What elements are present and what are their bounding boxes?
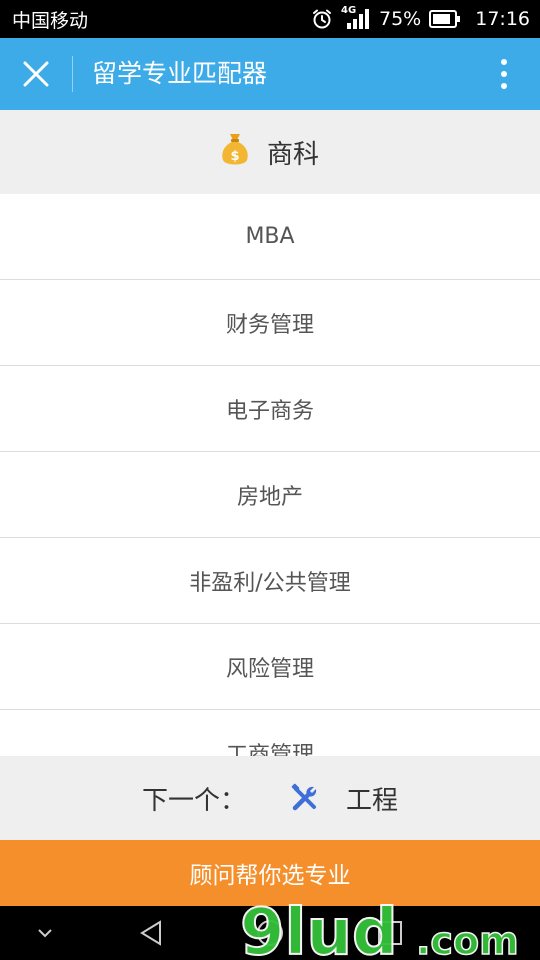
app-bar-divider	[72, 56, 73, 92]
carrier-name: 中国移动	[12, 9, 89, 32]
nav-back-button[interactable]	[116, 906, 186, 960]
category-title: 商科	[266, 139, 319, 170]
category-header: $ 商科	[0, 110, 540, 194]
signal-icon: 4G	[341, 5, 371, 31]
nav-collapse-button[interactable]	[10, 906, 80, 960]
battery-percent: 75%	[379, 8, 422, 30]
status-icons: 4G 75% 17:16	[311, 5, 530, 31]
next-category-name: 工程	[346, 785, 399, 816]
app-bar: 留学专业匹配器	[0, 38, 540, 110]
svg-text:$: $	[230, 149, 239, 164]
list-item[interactable]: 财务管理	[0, 280, 540, 366]
more-menu-button[interactable]	[486, 54, 522, 94]
list-item[interactable]: 工商管理	[0, 710, 540, 757]
recents-square-icon	[378, 921, 402, 945]
alarm-icon	[311, 8, 333, 30]
close-button[interactable]	[14, 54, 58, 94]
nav-recents-button[interactable]	[355, 906, 425, 960]
navigation-bar	[0, 906, 540, 960]
money-bag-icon: $	[221, 132, 249, 172]
more-vertical-icon	[501, 59, 507, 89]
list-item[interactable]: 风险管理	[0, 624, 540, 710]
next-label: 下一个：	[141, 785, 246, 816]
list-item[interactable]: MBA	[0, 194, 540, 280]
page-title: 留学专业匹配器	[92, 59, 268, 88]
back-triangle-icon	[140, 920, 161, 946]
nav-home-button[interactable]	[235, 906, 305, 960]
major-list[interactable]: MBA 财务管理 电子商务 房地产 非盈利/公共管理 风险管理 工商管理	[0, 194, 540, 756]
list-item[interactable]: 非盈利/公共管理	[0, 538, 540, 624]
close-icon	[23, 61, 49, 87]
next-category-button[interactable]: 下一个： 工程	[0, 756, 540, 840]
battery-icon	[429, 10, 461, 28]
advisor-button[interactable]: 顾问帮你选专业	[0, 840, 540, 906]
list-item[interactable]: 房地产	[0, 452, 540, 538]
list-item[interactable]: 电子商务	[0, 366, 540, 452]
status-bar: 中国移动 4G 75% 17:16	[0, 0, 540, 38]
chevron-down-icon	[38, 929, 52, 938]
home-circle-icon	[257, 920, 283, 946]
page: 中国移动 4G 75% 17:16 留学专业匹配器 $ 商科 MBA 财务管理 …	[0, 0, 540, 960]
tools-icon	[290, 783, 320, 813]
clock-time: 17:16	[475, 8, 530, 30]
